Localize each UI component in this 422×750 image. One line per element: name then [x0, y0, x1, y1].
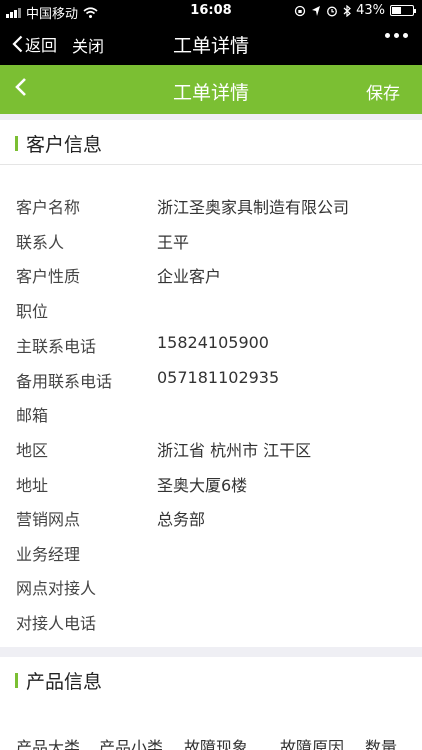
- battery-icon: [390, 5, 416, 16]
- section-header: 产品信息: [0, 657, 422, 702]
- field-row-customer-name: 客户名称 浙江圣奥家具制造有限公司: [16, 194, 349, 218]
- field-label: 备用联系电话: [16, 372, 113, 391]
- field-value: 浙江圣奥家具制造有限公司: [157, 198, 350, 217]
- section-title: 客户信息: [26, 134, 103, 156]
- column-header: 故障现象: [184, 738, 249, 750]
- alarm-icon: [327, 6, 338, 16]
- field-label: 业务经理: [16, 545, 81, 564]
- field-row-outlet-contact: 网点对接人: [16, 575, 157, 599]
- field-row-contact-phone: 对接人电话: [16, 610, 157, 634]
- field-row-region: 地区 浙江省 杭州市 江干区: [16, 437, 311, 461]
- bluetooth-icon: [343, 4, 352, 17]
- rotation-lock-icon: [294, 5, 306, 16]
- field-label: 联系人: [16, 233, 65, 252]
- field-row-account-manager: 业务经理: [16, 541, 157, 565]
- field-row-customer-type: 客户性质 企业客户: [16, 263, 221, 287]
- field-row-main-phone: 主联系电话 15824105900: [16, 333, 269, 357]
- column-header: 数量: [365, 738, 398, 750]
- field-label: 邮箱: [16, 406, 49, 425]
- field-value: 总务部: [157, 510, 206, 529]
- more-icon[interactable]: [385, 33, 408, 38]
- field-label: 对接人电话: [16, 614, 97, 633]
- save-button[interactable]: 保存: [366, 79, 400, 104]
- field-label: 营销网点: [16, 510, 81, 529]
- wechat-title: 工单详情: [172, 35, 249, 57]
- field-value: 057181102935: [157, 368, 280, 387]
- field-label: 主联系电话: [16, 337, 97, 356]
- field-value: 15824105900: [157, 333, 269, 352]
- app-header: 工单详情 保存: [0, 65, 422, 114]
- page-title: 工单详情: [172, 82, 249, 104]
- field-value: 浙江省 杭州市 江干区: [157, 441, 312, 460]
- field-label: 客户名称: [16, 198, 81, 217]
- product-table-header: 产品大类 产品小类 故障现象 故障原因 数量: [16, 734, 397, 750]
- field-value: 企业客户: [157, 267, 222, 286]
- battery-percent: 43%: [356, 3, 385, 18]
- column-header: 故障原因: [280, 738, 345, 750]
- section-accent-bar: [15, 136, 18, 151]
- field-row-email: 邮箱: [16, 402, 157, 426]
- field-label: 网点对接人: [16, 579, 97, 598]
- field-row-contact: 联系人 王平: [16, 229, 189, 253]
- field-row-address: 地址 圣奥大厦6楼: [16, 472, 247, 496]
- column-header: 产品大类: [16, 738, 81, 750]
- status-bar: 中国移动 16:08 43%: [0, 0, 422, 22]
- section-title: 产品信息: [26, 671, 103, 693]
- field-label: 职位: [16, 302, 49, 321]
- column-header: 产品小类: [99, 738, 164, 750]
- field-row-sales-outlet: 营销网点 总务部: [16, 506, 205, 530]
- wechat-nav-bar: 返回 关闭 工单详情: [0, 22, 422, 65]
- field-label: 客户性质: [16, 267, 81, 286]
- field-value: 圣奥大厦6楼: [157, 476, 248, 495]
- field-row-position: 职位: [16, 298, 157, 322]
- location-icon: [312, 5, 321, 16]
- field-value: 王平: [157, 233, 190, 252]
- section-header: 客户信息: [0, 120, 422, 165]
- field-row-backup-phone: 备用联系电话 057181102935: [16, 368, 279, 392]
- field-label: 地区: [16, 441, 49, 460]
- section-accent-bar: [15, 673, 18, 688]
- field-label: 地址: [16, 476, 49, 495]
